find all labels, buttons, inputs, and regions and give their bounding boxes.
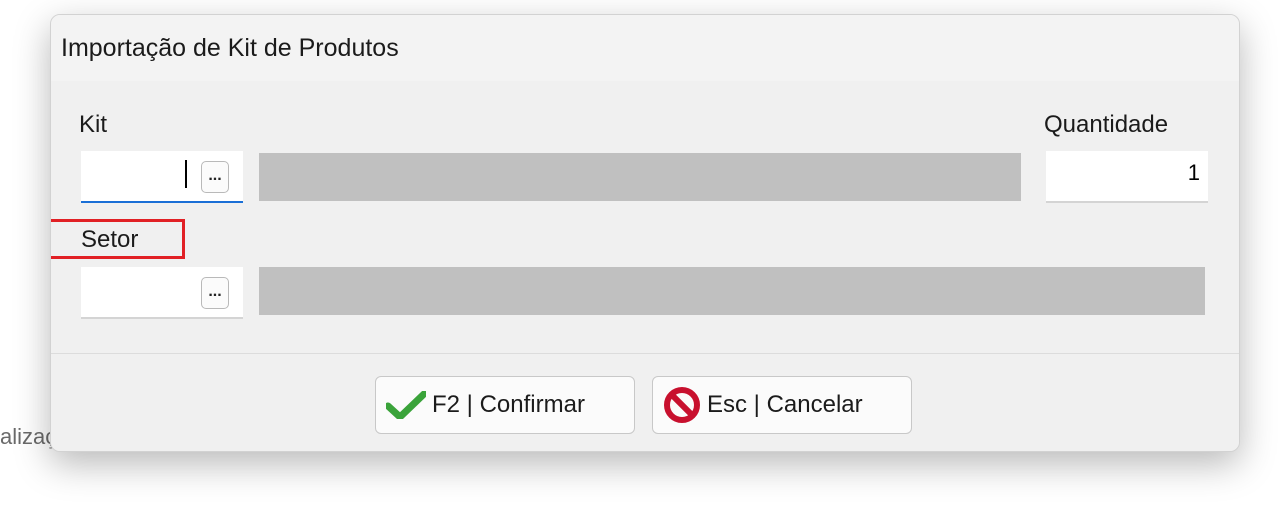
kit-description-field <box>259 153 1021 201</box>
kit-code-input[interactable]: ... <box>81 151 243 203</box>
dialog-footer: F2 | Confirmar Esc | Cancelar <box>51 353 1239 451</box>
check-icon <box>386 391 426 419</box>
no-entry-icon <box>663 386 701 424</box>
setor-code-input[interactable]: ... <box>81 267 243 319</box>
import-kit-dialog: Importação de Kit de Produtos Kit ... Qu… <box>50 14 1240 452</box>
cancel-button-label: Esc | Cancelar <box>707 391 863 418</box>
setor-lookup-button[interactable]: ... <box>201 277 229 309</box>
setor-description-field <box>259 267 1205 315</box>
quantidade-label: Quantidade <box>1044 111 1169 138</box>
kit-label: Kit <box>79 111 108 138</box>
quantidade-input[interactable]: 1 <box>1046 151 1208 203</box>
kit-lookup-button[interactable]: ... <box>201 161 229 193</box>
cancel-button[interactable]: Esc | Cancelar <box>652 376 912 434</box>
text-caret <box>185 160 187 188</box>
quantidade-value: 1 <box>1187 160 1200 185</box>
setor-label: Setor <box>81 226 139 253</box>
dialog-title: Importação de Kit de Produtos <box>61 34 399 62</box>
dialog-titlebar: Importação de Kit de Produtos <box>51 15 1239 81</box>
confirm-button-label: F2 | Confirmar <box>432 391 585 418</box>
confirm-button[interactable]: F2 | Confirmar <box>375 376 635 434</box>
